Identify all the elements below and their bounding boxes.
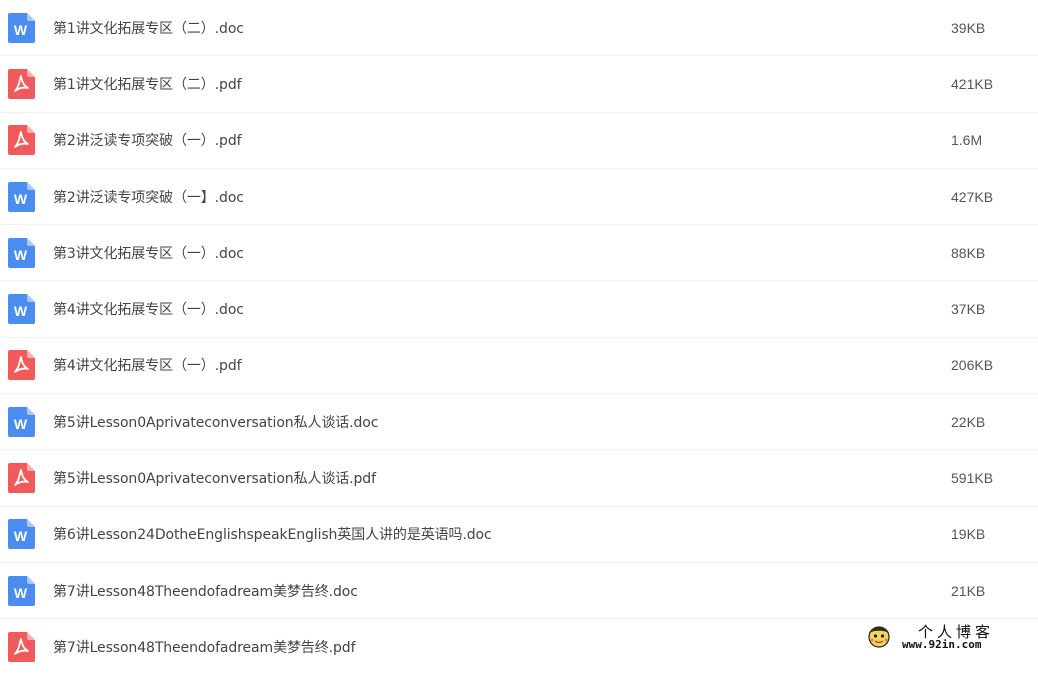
file-name[interactable]: 第6讲Lesson24DotheEnglishspeakEnglish英国人讲的… [53, 524, 492, 544]
word-doc-icon: W [8, 406, 35, 437]
word-doc-icon: W [8, 181, 35, 212]
blog-avatar-icon [866, 623, 892, 649]
file-row[interactable]: W 第5讲Lesson0Aprivateconversation私人谈话.doc… [0, 394, 1038, 451]
file-row[interactable]: W 第6讲Lesson24DotheEnglishspeakEnglish英国人… [0, 507, 1038, 563]
file-row[interactable]: W 第7讲Lesson48Theendofadream美梦告终.doc 21KB [0, 563, 1038, 620]
pdf-icon [8, 350, 35, 381]
pdf-icon [8, 68, 35, 99]
file-name[interactable]: 第7讲Lesson48Theendofadream美梦告终.doc [53, 581, 358, 601]
file-size: 22KB [951, 413, 986, 430]
blog-url: www.92in.com [902, 638, 982, 651]
file-size: 37KB [951, 301, 986, 318]
svg-text:W: W [14, 191, 28, 207]
svg-text:W: W [14, 585, 28, 601]
svg-text:W: W [14, 303, 28, 319]
file-row[interactable]: 第5讲Lesson0Aprivateconversation私人谈话.pdf 5… [0, 450, 1038, 507]
word-doc-icon: W [8, 12, 35, 43]
word-doc-icon: W [8, 519, 35, 550]
file-row[interactable]: W 第2讲泛读专项突破（一】.doc 427KB [0, 169, 1038, 226]
file-name[interactable]: 第2讲泛读专项突破（一）.pdf [53, 130, 242, 150]
file-size: 427KB [951, 188, 994, 205]
file-row[interactable]: 第1讲文化拓展专区（二）.pdf 421KB [0, 56, 1038, 113]
file-name[interactable]: 第4讲文化拓展专区（一）.pdf [53, 355, 242, 375]
file-list: W 第1讲文化拓展专区（二）.doc 39KB 第1讲文化拓展专区（二）.pdf… [0, 0, 1038, 676]
file-name[interactable]: 第4讲文化拓展专区（一）.doc [53, 299, 244, 319]
file-row[interactable]: W 第4讲文化拓展专区（一）.doc 37KB [0, 281, 1038, 338]
file-row[interactable]: W 第1讲文化拓展专区（二）.doc 39KB [0, 0, 1038, 57]
file-size: 206KB [951, 357, 994, 374]
file-size: 19KB [951, 526, 986, 543]
word-doc-icon: W [8, 237, 35, 268]
svg-text:W: W [14, 528, 28, 544]
file-size: 591KB [951, 470, 994, 487]
file-name[interactable]: 第5讲Lesson0Aprivateconversation私人谈话.pdf [53, 468, 376, 488]
file-name[interactable]: 第2讲泛读专项突破（一】.doc [53, 187, 244, 207]
file-row[interactable]: W 第3讲文化拓展专区（一）.doc 88KB [0, 225, 1038, 282]
file-size: 21KB [951, 582, 986, 599]
file-size: 88KB [951, 244, 986, 261]
file-row[interactable]: 第4讲文化拓展专区（一）.pdf 206KB [0, 338, 1038, 395]
blog-watermark: 个人博客 www.92in.com [866, 621, 1036, 656]
word-doc-icon: W [8, 575, 35, 606]
file-size: 1.6M [951, 132, 983, 149]
file-size: 421KB [951, 75, 994, 92]
svg-text:W: W [14, 247, 28, 263]
file-size: 39KB [951, 19, 986, 36]
file-name[interactable]: 第7讲Lesson48Theendofadream美梦告终.pdf [53, 637, 356, 657]
file-row[interactable]: 第2讲泛读专项突破（一）.pdf 1.6M [0, 113, 1038, 169]
svg-text:W: W [14, 22, 28, 38]
pdf-icon [8, 125, 35, 156]
word-doc-icon: W [8, 294, 35, 325]
file-name[interactable]: 第3讲文化拓展专区（一）.doc [53, 243, 244, 263]
file-name[interactable]: 第1讲文化拓展专区（二）.pdf [53, 74, 242, 94]
file-name[interactable]: 第5讲Lesson0Aprivateconversation私人谈话.doc [53, 412, 378, 432]
pdf-icon [8, 463, 35, 494]
svg-text:W: W [14, 416, 28, 432]
file-name[interactable]: 第1讲文化拓展专区（二）.doc [53, 18, 244, 38]
